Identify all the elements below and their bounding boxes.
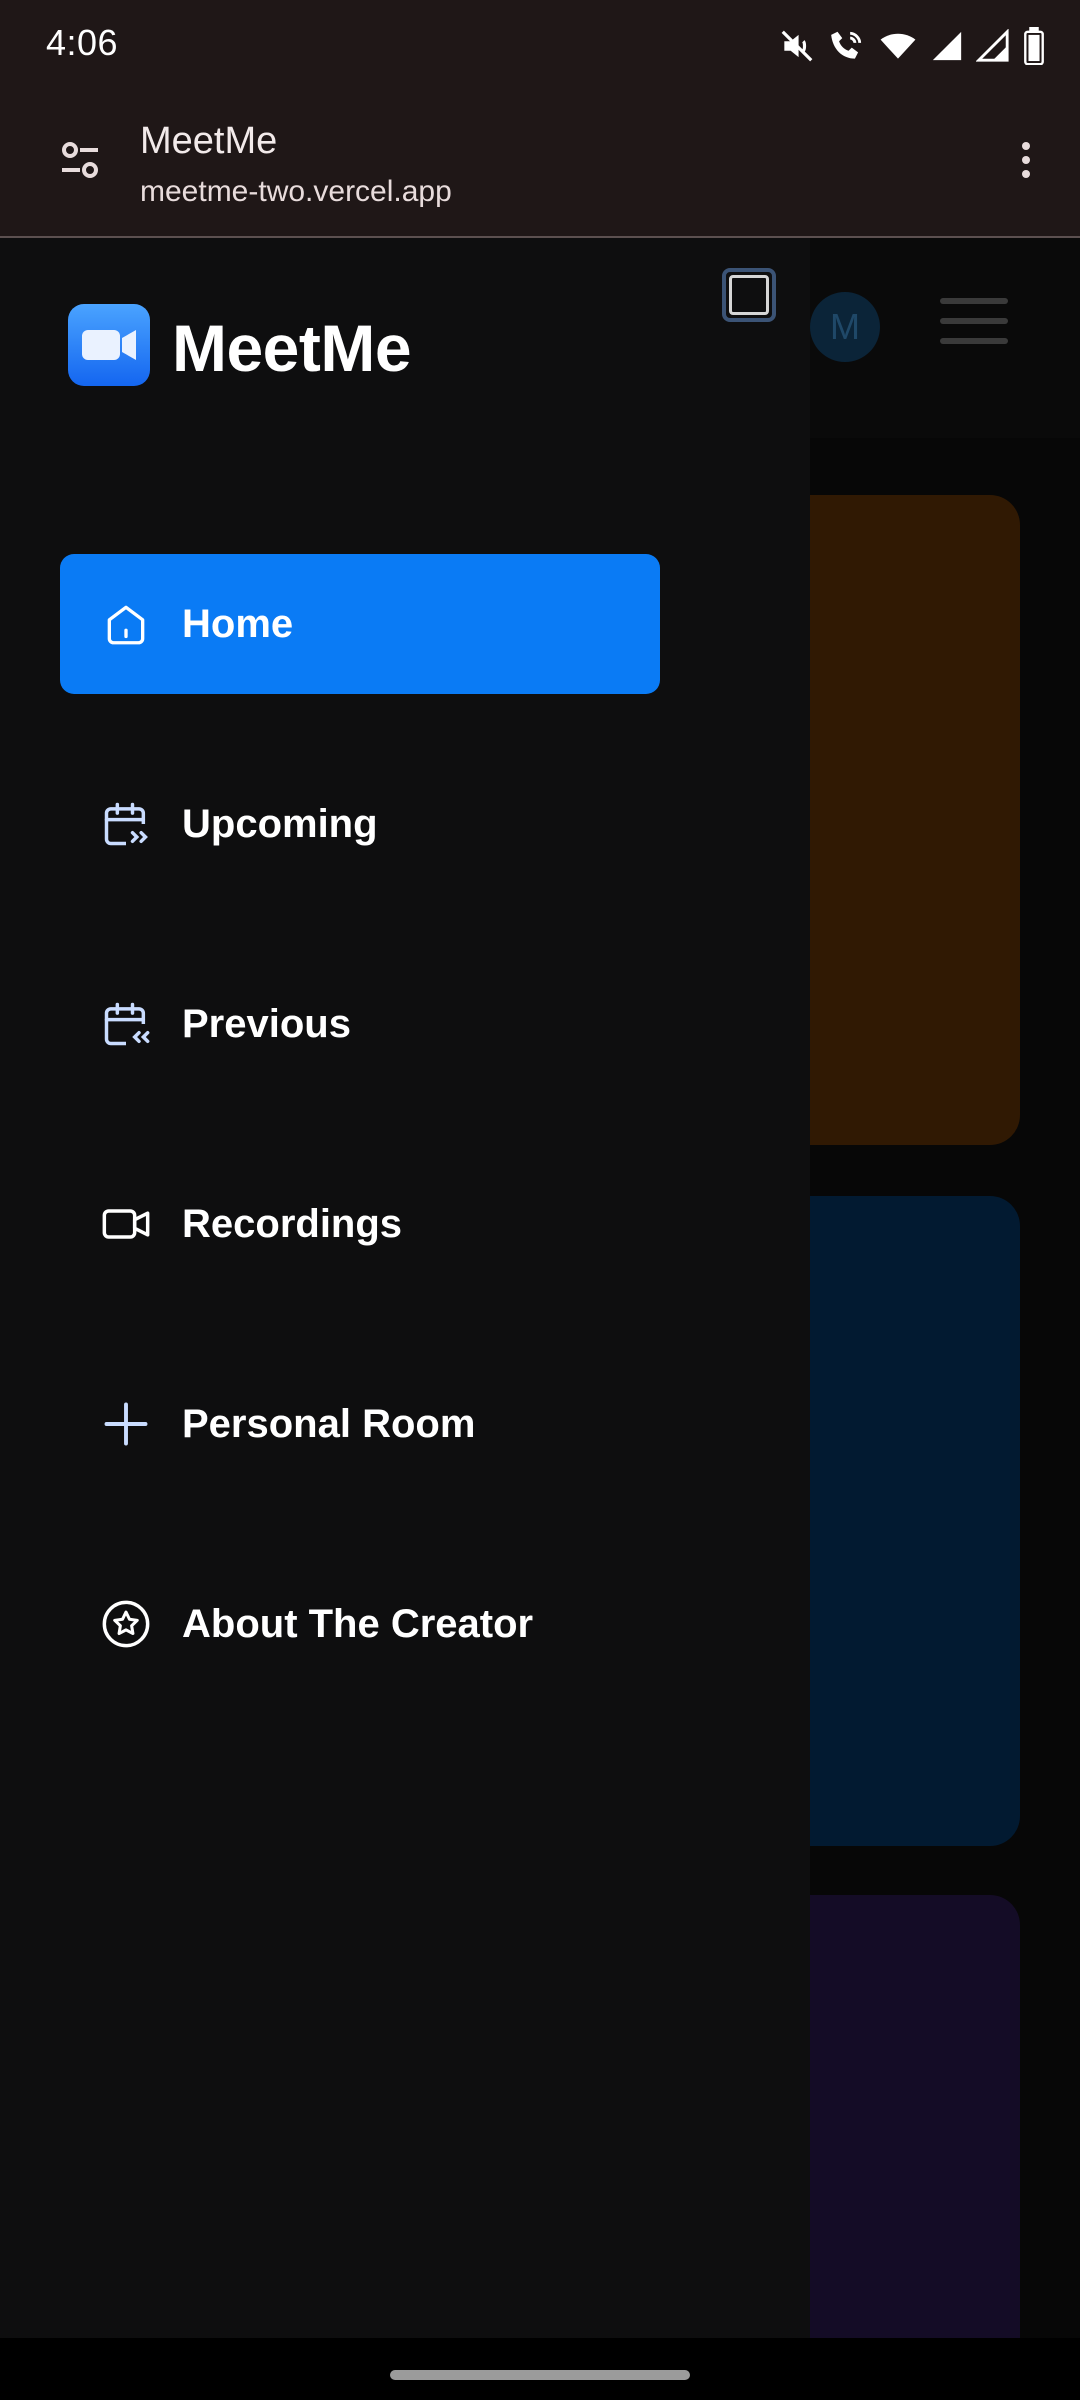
sidebar-nav: Home Upcoming Previous Recordings Person… xyxy=(60,554,660,1754)
sidebar-item-label: Recordings xyxy=(182,1201,403,1246)
sidebar-item-upcoming[interactable]: Upcoming xyxy=(60,754,660,894)
browser-toolbar: MeetMe meetme-two.vercel.app xyxy=(0,92,1080,238)
home-gesture-handle[interactable] xyxy=(390,2370,690,2380)
brand-name: MeetMe xyxy=(172,310,412,385)
mute-icon xyxy=(778,27,816,65)
sidebar-item-label: Home xyxy=(182,601,294,646)
sidebar-item-about-the-creator[interactable]: About The Creator xyxy=(60,1554,660,1694)
status-bar: 4:06 xyxy=(0,0,1080,92)
sidebar-item-previous[interactable]: Previous xyxy=(60,954,660,1094)
site-settings-icon[interactable] xyxy=(56,136,104,189)
more-options-icon[interactable] xyxy=(1002,136,1050,189)
navigation-bar xyxy=(0,2338,1080,2400)
calendar-back-icon xyxy=(100,998,152,1050)
battery-icon xyxy=(1022,27,1046,65)
home-icon xyxy=(100,598,152,650)
sidebar-item-personal-room[interactable]: Personal Room xyxy=(60,1354,660,1494)
brand-logo[interactable]: MeetMe xyxy=(68,304,412,391)
page-url[interactable]: meetme-two.vercel.app xyxy=(140,175,452,209)
video-camera-logo-icon xyxy=(68,304,150,391)
status-time: 4:06 xyxy=(46,22,119,63)
signal-icon xyxy=(976,29,1010,63)
video-icon xyxy=(100,1198,152,1250)
sidebar-item-home[interactable]: Home xyxy=(60,554,660,694)
close-button[interactable] xyxy=(722,268,776,322)
sidebar-item-label: About The Creator xyxy=(182,1601,534,1646)
hamburger-menu-icon[interactable] xyxy=(940,298,1008,355)
calendar-forward-icon xyxy=(100,798,152,850)
status-icons xyxy=(778,26,1046,66)
side-drawer: MeetMe Home Upcoming Previous Recordings… xyxy=(0,238,810,2338)
signal-icon xyxy=(930,29,964,63)
avatar[interactable]: M xyxy=(810,292,880,362)
sidebar-item-recordings[interactable]: Recordings xyxy=(60,1154,660,1294)
wifi-icon xyxy=(878,27,918,65)
close-icon xyxy=(729,275,769,315)
sidebar-item-label: Previous xyxy=(182,1001,351,1046)
star-badge-icon xyxy=(100,1598,152,1650)
wifi-calling-icon xyxy=(828,27,866,65)
plus-icon xyxy=(100,1398,152,1450)
sidebar-item-label: Upcoming xyxy=(182,801,378,846)
sidebar-item-label: Personal Room xyxy=(182,1401,476,1446)
page-title: MeetMe xyxy=(140,120,278,162)
